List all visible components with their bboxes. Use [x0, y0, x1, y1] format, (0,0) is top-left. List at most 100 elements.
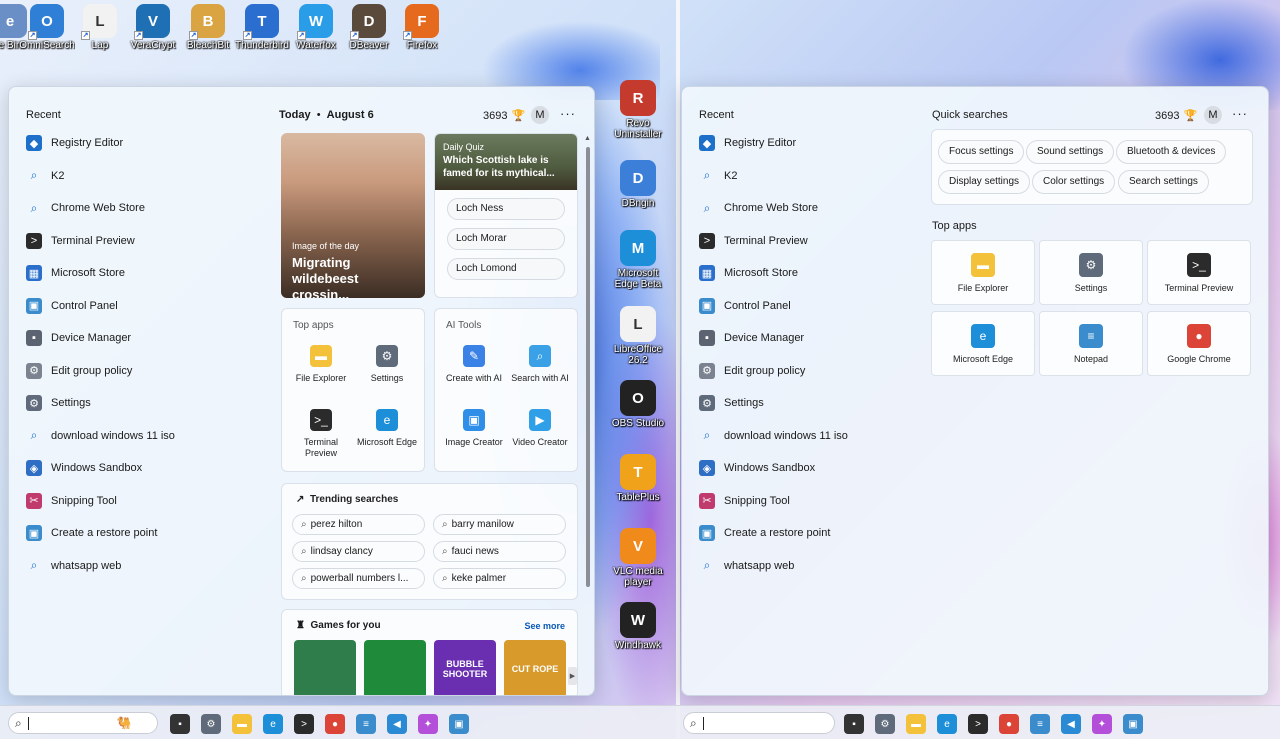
- top-app-tile[interactable]: ≡ Notepad: [1039, 311, 1143, 376]
- recent-item[interactable]: ▪ Device Manager: [699, 322, 929, 355]
- cut-the-rope-icon[interactable]: CUT ROPE: [504, 640, 566, 695]
- quiz-header[interactable]: Daily Quiz Which Scottish lake is famed …: [435, 134, 577, 190]
- terminal-icon[interactable]: >: [294, 714, 314, 734]
- top-app-tile[interactable]: e Microsoft Edge: [931, 311, 1035, 376]
- quiz-option[interactable]: Loch Lomond: [447, 258, 565, 280]
- desktop-shortcut[interactable]: R Revo Uninstaller: [606, 76, 670, 140]
- trending-search-pill[interactable]: ⌕ lindsay clancy: [292, 541, 425, 562]
- recent-item[interactable]: ◈ Windows Sandbox: [699, 452, 929, 485]
- rewards-score[interactable]: 3693 🏆: [1155, 109, 1197, 123]
- avatar[interactable]: M: [531, 106, 549, 124]
- recent-item[interactable]: ◈ Windows Sandbox: [26, 452, 256, 485]
- quiz-option[interactable]: Loch Morar: [447, 228, 565, 250]
- recent-item[interactable]: ⌕ K2: [699, 160, 929, 193]
- recent-item[interactable]: ⌕ whatsapp web: [699, 550, 929, 583]
- trending-search-pill[interactable]: ⌕ perez hilton: [292, 514, 425, 535]
- chrome-icon[interactable]: ●: [999, 714, 1019, 734]
- image-of-the-day-card[interactable]: Image of the day Migrating wildebeest cr…: [281, 133, 425, 298]
- desktop-shortcut[interactable]: T TablePlus: [606, 450, 670, 503]
- more-options-button[interactable]: ···: [1232, 106, 1248, 121]
- app-tile[interactable]: ▣ Image Creator: [441, 409, 507, 448]
- app-tile[interactable]: e Microsoft Edge: [354, 409, 420, 448]
- app-tile[interactable]: >_ Terminal Preview: [288, 409, 354, 459]
- bubble-shooter-icon[interactable]: BUBBLE SHOOTER: [434, 640, 496, 695]
- desktop-shortcut[interactable]: D DBngin: [606, 156, 670, 209]
- recent-item[interactable]: ⚙ Settings: [26, 387, 256, 420]
- desktop-shortcut[interactable]: L LibreOffice 26.2: [606, 302, 670, 366]
- vscode-icon[interactable]: ◀: [387, 714, 407, 734]
- desktop-shortcut[interactable]: V ↗ VeraCrypt: [125, 0, 181, 51]
- desktop-shortcut[interactable]: O OBS Studio: [606, 376, 670, 429]
- desktop-shortcut[interactable]: M Microsoft Edge Beta: [606, 226, 670, 290]
- scroll-right-arrow-icon[interactable]: ▶: [568, 667, 577, 685]
- recent-item[interactable]: ▣ Create a restore point: [26, 517, 256, 550]
- solitaire-icon[interactable]: [364, 640, 426, 695]
- quick-search-pill[interactable]: Search settings: [1118, 170, 1209, 194]
- desktop-shortcut[interactable]: T ↗ Thunderbird: [234, 0, 290, 51]
- mahjong-icon[interactable]: [294, 640, 356, 695]
- recent-item[interactable]: ⌕ Chrome Web Store: [26, 192, 256, 225]
- trending-search-pill[interactable]: ⌕ powerball numbers l...: [292, 568, 425, 589]
- recent-item[interactable]: ◆ Registry Editor: [699, 127, 929, 160]
- folder-icon[interactable]: ▬: [906, 714, 926, 734]
- recent-item[interactable]: ⌕ download windows 11 iso: [699, 420, 929, 453]
- trending-search-pill[interactable]: ⌕ keke palmer: [433, 568, 566, 589]
- avatar[interactable]: M: [1204, 106, 1222, 124]
- scrollbar[interactable]: [586, 147, 590, 587]
- recent-item[interactable]: ▣ Control Panel: [26, 290, 256, 323]
- desktop-shortcut[interactable]: W ↗ Waterfox: [288, 0, 344, 51]
- top-app-tile[interactable]: ▬ File Explorer: [931, 240, 1035, 305]
- settings-icon[interactable]: ⚙: [201, 714, 221, 734]
- copilot-icon[interactable]: ✦: [1092, 714, 1112, 734]
- rewards-score[interactable]: 3693 🏆: [483, 109, 525, 123]
- quick-search-pill[interactable]: Sound settings: [1026, 140, 1115, 164]
- notepad-icon[interactable]: ≡: [1030, 714, 1050, 734]
- quick-search-pill[interactable]: Focus settings: [938, 140, 1025, 164]
- photos-icon[interactable]: ▣: [449, 714, 469, 734]
- copilot-icon[interactable]: ✦: [418, 714, 438, 734]
- top-app-tile[interactable]: ● Google Chrome: [1147, 311, 1251, 376]
- desktop-shortcut[interactable]: W Windhawk: [606, 598, 670, 651]
- edge-icon[interactable]: e: [937, 714, 957, 734]
- top-app-tile[interactable]: >_ Terminal Preview: [1147, 240, 1251, 305]
- desktop-shortcut[interactable]: O ↗ OmniSearch: [19, 0, 75, 51]
- desktop-shortcut[interactable]: B ↗ BleachBit: [180, 0, 236, 51]
- recent-item[interactable]: > Terminal Preview: [699, 225, 929, 258]
- recent-item[interactable]: ◆ Registry Editor: [26, 127, 256, 160]
- app-tile[interactable]: ▶ Video Creator: [507, 409, 573, 448]
- recent-item[interactable]: ⚙ Edit group policy: [26, 355, 256, 388]
- quick-search-pill[interactable]: Color settings: [1032, 170, 1116, 194]
- edge-icon[interactable]: e: [263, 714, 283, 734]
- see-more-link[interactable]: See more: [524, 621, 565, 631]
- quick-search-pill[interactable]: Bluetooth & devices: [1116, 140, 1227, 164]
- notepad-icon[interactable]: ≡: [356, 714, 376, 734]
- scroll-up-arrow-icon[interactable]: ▲: [584, 135, 591, 142]
- desktop-shortcut[interactable]: F ↗ Firefox: [394, 0, 450, 51]
- recent-item[interactable]: > Terminal Preview: [26, 225, 256, 258]
- trending-search-pill[interactable]: ⌕ fauci news: [433, 541, 566, 562]
- recent-item[interactable]: ▦ Microsoft Store: [26, 257, 256, 290]
- desktop-shortcut[interactable]: D ↗ DBeaver: [341, 0, 397, 51]
- recent-item[interactable]: ⌕ whatsapp web: [26, 550, 256, 583]
- recent-item[interactable]: ⌕ Chrome Web Store: [699, 192, 929, 225]
- task-view-icon[interactable]: ▪: [170, 714, 190, 734]
- recent-item[interactable]: ⌕ K2: [26, 160, 256, 193]
- recent-item[interactable]: ⚙ Edit group policy: [699, 355, 929, 388]
- recent-item[interactable]: ✂ Snipping Tool: [26, 485, 256, 518]
- recent-item[interactable]: ▪ Device Manager: [26, 322, 256, 355]
- photos-icon[interactable]: ▣: [1123, 714, 1143, 734]
- taskbar-search-box[interactable]: ⌕ 🐫: [8, 712, 158, 734]
- recent-item[interactable]: ▣ Control Panel: [699, 290, 929, 323]
- top-app-tile[interactable]: ⚙ Settings: [1039, 240, 1143, 305]
- task-view-icon[interactable]: ▪: [844, 714, 864, 734]
- recent-item[interactable]: ✂ Snipping Tool: [699, 485, 929, 518]
- app-tile[interactable]: ⌕ Search with AI: [507, 345, 573, 384]
- chrome-icon[interactable]: ●: [325, 714, 345, 734]
- terminal-icon[interactable]: >: [968, 714, 988, 734]
- folder-icon[interactable]: ▬: [232, 714, 252, 734]
- settings-icon[interactable]: ⚙: [875, 714, 895, 734]
- trending-search-pill[interactable]: ⌕ barry manilow: [433, 514, 566, 535]
- app-tile[interactable]: ✎ Create with AI: [441, 345, 507, 384]
- more-options-button[interactable]: ···: [560, 106, 576, 121]
- recent-item[interactable]: ⚙ Settings: [699, 387, 929, 420]
